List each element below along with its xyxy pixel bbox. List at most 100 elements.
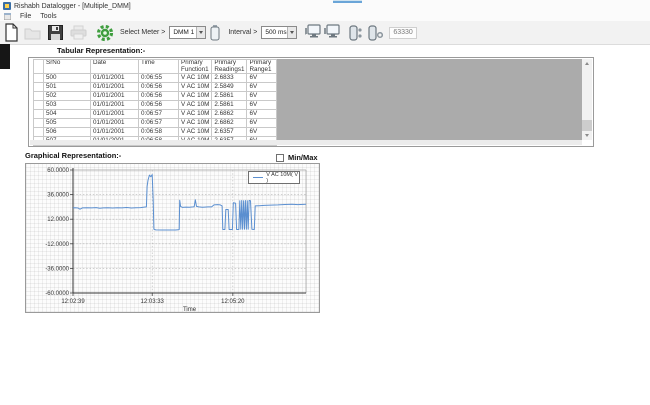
table-empty-area — [270, 59, 582, 140]
minmax-checkbox[interactable] — [276, 154, 284, 162]
table-cell: 6V — [247, 83, 277, 92]
row-selector-cell[interactable] — [34, 101, 44, 110]
monitor-transfer-icon — [324, 24, 340, 41]
column-header[interactable]: Primary Readings1 — [212, 60, 247, 74]
table-row[interactable]: 50301/01/20010:06:56V AC 10M2.58616V — [34, 101, 277, 110]
table-cell: V AC 10M — [179, 74, 212, 83]
table-cell: 501 — [44, 83, 91, 92]
chart-legend: V AC 10M( V ) — [248, 171, 300, 184]
svg-text:60.0000: 60.0000 — [47, 168, 69, 174]
column-header[interactable]: Time — [139, 60, 179, 74]
menu-file[interactable]: File — [20, 13, 31, 20]
tabular-section-title: Tabular Representation:- — [57, 46, 145, 55]
svg-text:12:03:33: 12:03:33 — [141, 299, 165, 305]
table-horizontal-scrollbar[interactable] — [30, 140, 582, 145]
data-table[interactable]: SrNoDateTimePrimary Function1Primary Rea… — [33, 59, 277, 146]
table-cell: 502 — [44, 92, 91, 101]
row-selector-cell[interactable] — [34, 128, 44, 137]
table-cell: V AC 10M — [179, 83, 212, 92]
table-cell: 0:06:57 — [139, 119, 179, 128]
table-cell: 0:06:56 — [139, 92, 179, 101]
table-row[interactable]: 50201/01/20010:06:56V AC 10M2.58616V — [34, 92, 277, 101]
table-row[interactable]: 50601/01/20010:06:58V AC 10M2.63576V — [34, 128, 277, 137]
table-cell: 2.6862 — [212, 110, 247, 119]
chevron-down-icon[interactable] — [287, 27, 296, 38]
download-online-button[interactable] — [305, 22, 321, 44]
table-cell: 0:06:55 — [139, 74, 179, 83]
table-row[interactable]: 50501/01/20010:06:57V AC 10M2.68626V — [34, 119, 277, 128]
svg-text:Time: Time — [183, 307, 197, 312]
interval-label: Interval > — [228, 29, 257, 36]
table-cell: 6V — [247, 101, 277, 110]
stop-logging-button[interactable] — [368, 22, 383, 44]
row-selector-cell[interactable] — [34, 110, 44, 119]
child-window-icon — [4, 13, 11, 20]
table-cell: 2.5849 — [212, 83, 247, 92]
table-cell: 504 — [44, 110, 91, 119]
table-cell: V AC 10M — [179, 119, 212, 128]
graphical-section-title: Graphical Representation:- — [25, 151, 121, 160]
open-file-button — [24, 22, 41, 44]
open-folder-icon — [24, 26, 41, 40]
interval-select-value: 500 ms — [265, 29, 286, 36]
table-row[interactable]: 50101/01/20010:06:56V AC 10M2.58496V — [34, 83, 277, 92]
table-vertical-scrollbar[interactable] — [582, 59, 592, 140]
column-header[interactable]: Date — [91, 60, 139, 74]
new-file-button[interactable] — [4, 22, 19, 44]
table-cell: 6V — [247, 92, 277, 101]
svg-text:36.0000: 36.0000 — [47, 193, 69, 199]
logger-device-icon — [210, 25, 220, 41]
start-logging-button[interactable] — [349, 22, 363, 44]
table-cell: 01/01/2001 — [91, 110, 139, 119]
meter-device-button[interactable] — [210, 22, 220, 44]
print-button — [70, 22, 87, 44]
interval-select[interactable]: 500 ms — [261, 26, 297, 39]
row-selector-cell[interactable] — [34, 74, 44, 83]
menu-bar: File Tools — [0, 12, 650, 21]
scroll-down-arrow-icon[interactable] — [582, 131, 592, 140]
monitor-download-icon — [305, 24, 321, 41]
meter-config-button[interactable] — [96, 22, 114, 44]
legend-line-sample-icon — [253, 177, 263, 178]
app-window: Rishabh Datalogger - [Multiple_DMM] File… — [0, 0, 650, 405]
meter-select[interactable]: DMM 1 — [169, 26, 206, 39]
table-cell: V AC 10M — [179, 101, 212, 110]
table-cell: 01/01/2001 — [91, 74, 139, 83]
svg-text:-60.0000: -60.0000 — [45, 291, 69, 297]
table-cell: 01/01/2001 — [91, 83, 139, 92]
left-edge-marker — [0, 44, 10, 69]
minmax-checkbox-row: Min/Max — [276, 153, 318, 162]
row-selector-cell[interactable] — [34, 92, 44, 101]
table-cell: 6V — [247, 110, 277, 119]
row-selector-cell[interactable] — [34, 83, 44, 92]
table-cell: 0:06:58 — [139, 128, 179, 137]
window-title: Rishabh Datalogger - [Multiple_DMM] — [14, 3, 131, 10]
new-document-icon — [4, 23, 19, 42]
column-header[interactable]: Primary Function1 — [179, 60, 212, 74]
printer-icon — [70, 25, 87, 40]
table-cell: 500 — [44, 74, 91, 83]
save-icon — [48, 25, 63, 40]
table-cell: 0:06:57 — [139, 110, 179, 119]
download-offline-button[interactable] — [324, 22, 340, 44]
table-row[interactable]: 50401/01/20010:06:57V AC 10M2.68626V — [34, 110, 277, 119]
table-cell: 505 — [44, 119, 91, 128]
chart-panel: 60.000036.000012.0000-12.0000-36.0000-60… — [25, 163, 320, 313]
table-cell: 2.5861 — [212, 92, 247, 101]
scroll-up-arrow-icon[interactable] — [582, 59, 592, 68]
table-cell: 01/01/2001 — [91, 128, 139, 137]
save-button[interactable] — [48, 22, 63, 44]
minmax-label: Min/Max — [288, 153, 318, 162]
svg-text:-12.0000: -12.0000 — [45, 242, 69, 248]
device-record-icon — [349, 25, 363, 41]
column-header[interactable]: Primary Range1 — [247, 60, 277, 74]
row-selector-cell[interactable] — [34, 119, 44, 128]
table-cell: 6V — [247, 119, 277, 128]
legend-label: V AC 10M( V ) — [266, 172, 299, 184]
scrollbar-thumb[interactable] — [582, 120, 592, 131]
column-header[interactable]: SrNo — [44, 60, 91, 74]
table-row[interactable]: 50001/01/20010:06:55V AC 10M2.68336V — [34, 74, 277, 83]
device-stop-icon — [368, 25, 383, 41]
chevron-down-icon[interactable] — [196, 27, 205, 38]
menu-tools[interactable]: Tools — [40, 13, 56, 20]
